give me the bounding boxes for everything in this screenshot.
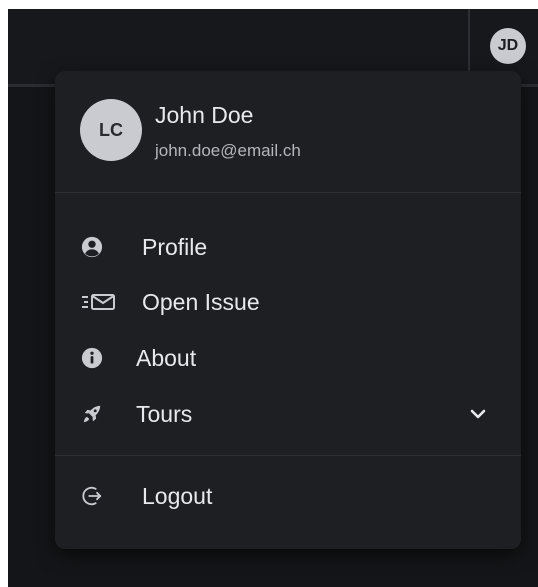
- account-menu-header: LC John Doe john.doe@email.ch: [55, 71, 521, 192]
- user-name: John Doe: [155, 102, 254, 128]
- user-circle-icon: [80, 235, 104, 259]
- chevron-down-icon: [467, 403, 489, 425]
- avatar: LC: [80, 99, 142, 161]
- menu-item-open-issue[interactable]: Open Issue: [65, 279, 511, 325]
- rocket-icon: [80, 402, 104, 426]
- menu-item-label: Open Issue: [142, 289, 260, 315]
- menu-item-label: Tours: [136, 401, 193, 427]
- mail-send-icon: [80, 290, 120, 314]
- menu-divider: [55, 192, 521, 193]
- user-email: john.doe@email.ch: [155, 141, 301, 160]
- account-menu: LC John Doe john.doe@email.ch Profile Op: [55, 71, 521, 549]
- menu-item-tours[interactable]: Tours: [65, 391, 511, 437]
- menu-item-label: Profile: [142, 234, 208, 260]
- menu-divider: [55, 455, 521, 456]
- logout-icon: [80, 484, 104, 508]
- menu-item-about[interactable]: About: [65, 335, 511, 381]
- logout-label: Logout: [142, 483, 213, 509]
- menu-item-label: About: [136, 345, 197, 371]
- logout-button[interactable]: Logout: [65, 473, 511, 519]
- user-avatar-button[interactable]: JD: [490, 28, 526, 64]
- menu-item-profile[interactable]: Profile: [65, 224, 511, 270]
- info-icon: [80, 346, 104, 370]
